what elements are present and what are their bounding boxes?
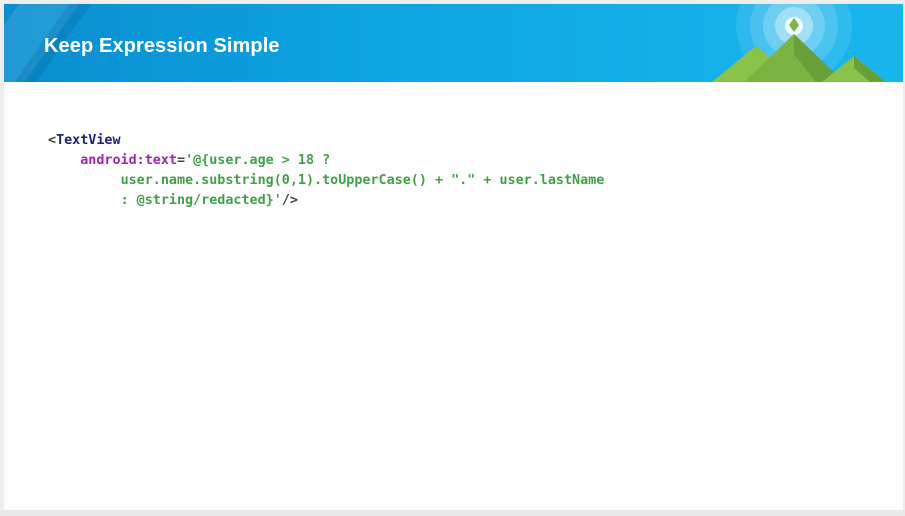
bottom-frame-bar bbox=[0, 510, 905, 516]
code-expression-start: '@{user.age > 18 ? bbox=[185, 153, 331, 168]
code-equals: = bbox=[177, 153, 186, 168]
code-line2-indent bbox=[48, 153, 80, 168]
slide: Keep Expression Simple <TextView android… bbox=[4, 4, 903, 510]
slide-header: Keep Expression Simple bbox=[4, 4, 903, 82]
slide-title: Keep Expression Simple bbox=[44, 35, 280, 57]
android-mountain-logo-icon bbox=[712, 4, 886, 82]
code-snippet: <TextView android:text='@{user.age > 18 … bbox=[48, 131, 604, 211]
code-tag-open-bracket: < bbox=[48, 133, 57, 148]
code-expression-middle: user.name.substring(0,1).toUpperCase() +… bbox=[120, 173, 605, 188]
code-line4-indent bbox=[48, 193, 121, 208]
code-tag-self-close: /> bbox=[281, 193, 298, 208]
code-attribute-name: android:text bbox=[80, 153, 177, 168]
code-expression-end: : @string/redacted}' bbox=[120, 193, 282, 208]
code-line3-indent bbox=[48, 173, 121, 188]
code-tag-name: TextView bbox=[56, 133, 121, 148]
